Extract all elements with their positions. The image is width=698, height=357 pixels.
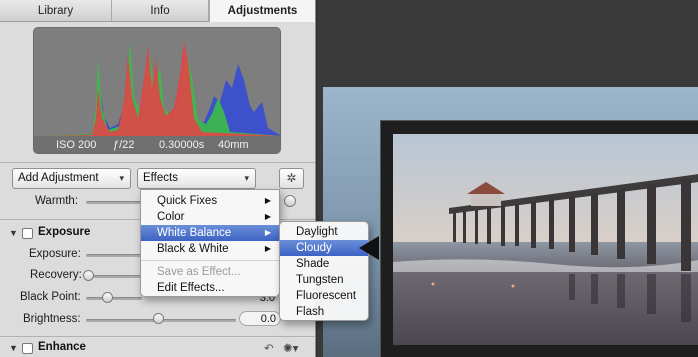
menu-item-flash[interactable]: Flash: [280, 304, 368, 320]
selected-photo-frame[interactable]: [380, 120, 698, 357]
menu-item-daylight[interactable]: Daylight: [280, 224, 368, 240]
menu-item-shade[interactable]: Shade: [280, 256, 368, 272]
tab-bar: Library Info Adjustments: [0, 0, 315, 22]
black-point-label: Black Point:: [20, 291, 81, 303]
menu-item-white-balance[interactable]: White Balance ▶: [141, 225, 279, 241]
recovery-slider-thumb[interactable]: [83, 270, 94, 281]
menu-item-save-as-effect: Save as Effect...: [157, 266, 241, 278]
popup-arrow-icon: ▾: [119, 173, 124, 183]
enhance-title: Enhance: [38, 341, 86, 353]
effects-popup[interactable]: Effects ▾: [137, 168, 256, 189]
magic-wand-icon: ✲: [286, 171, 297, 185]
auto-enhance-button[interactable]: ✲: [279, 168, 304, 189]
menu-item-black-white[interactable]: Black & White ▶: [141, 241, 279, 257]
popup-arrow-icon: ▾: [244, 173, 249, 183]
brightness-value[interactable]: 0.0: [239, 311, 281, 326]
white-balance-submenu: Daylight Cloudy Shade Tungsten Fluoresce…: [279, 221, 369, 321]
histogram-graph: [34, 42, 280, 136]
menu-item-cloudy[interactable]: Cloudy: [280, 240, 368, 256]
enhance-enable-checkbox[interactable]: [22, 343, 33, 354]
menu-separator: [141, 260, 279, 261]
photo-pier: [393, 134, 698, 345]
divider: [0, 336, 315, 337]
exposure-label: Exposure:: [29, 248, 81, 260]
effects-label: Effects: [143, 172, 178, 184]
black-point-slider-thumb[interactable]: [102, 292, 113, 303]
recovery-slider[interactable]: [86, 275, 142, 278]
exposure-slider[interactable]: [86, 254, 142, 257]
menu-item-label: Black & White: [157, 243, 229, 255]
warmth-label: Warmth:: [35, 195, 79, 207]
submenu-arrow-icon: ▶: [264, 196, 271, 205]
menu-item-label: Color: [157, 211, 185, 223]
submenu-arrow-icon: ▶: [264, 244, 271, 253]
disclosure-triangle-icon[interactable]: ▼: [9, 228, 18, 238]
focal-length-value: 40mm: [218, 139, 249, 151]
image-viewer: [317, 0, 698, 357]
menu-item-label: White Balance: [157, 227, 232, 239]
menu-item-color[interactable]: Color ▶: [141, 209, 279, 225]
histogram: ISO 200 ƒ/22 0.30000s 40mm: [33, 27, 281, 154]
disclosure-triangle-icon[interactable]: ▼: [9, 343, 18, 353]
black-point-slider[interactable]: [86, 297, 142, 300]
histogram-exif: ISO 200 ƒ/22 0.30000s 40mm: [34, 136, 280, 153]
gear-icon[interactable]: ✺▾: [283, 341, 298, 355]
tab-info[interactable]: Info: [112, 0, 209, 22]
inspector-panel: Library Info Adjustments ISO 200 ƒ/22 0.…: [0, 0, 316, 357]
brightness-label: Brightness:: [23, 313, 81, 325]
enhance-section-header: ▼ Enhance ↶ ✺▾: [0, 341, 315, 357]
brightness-slider-thumb[interactable]: [153, 313, 164, 324]
callout-arrow-icon: [359, 236, 379, 260]
recovery-label: Recovery:: [30, 269, 82, 281]
tab-adjustments[interactable]: Adjustments: [209, 0, 315, 22]
menu-item-quick-fixes[interactable]: Quick Fixes ▶: [141, 193, 279, 209]
divider: [0, 162, 315, 163]
menu-item-label: Quick Fixes: [157, 195, 218, 207]
add-adjustment-popup[interactable]: Add Adjustment ▾: [12, 168, 131, 189]
menu-item-edit-effects[interactable]: Edit Effects...: [141, 280, 279, 296]
shutter-value: 0.30000s: [159, 139, 205, 151]
warmth-reset-icon[interactable]: [284, 195, 296, 207]
menu-item-fluorescent[interactable]: Fluorescent: [280, 288, 368, 304]
reset-icon[interactable]: ↶: [264, 341, 274, 355]
exposure-enable-checkbox[interactable]: [22, 228, 33, 239]
menu-item-tungsten[interactable]: Tungsten: [280, 272, 368, 288]
tab-library[interactable]: Library: [0, 0, 112, 22]
submenu-arrow-icon: ▶: [264, 212, 271, 221]
submenu-arrow-icon: ▶: [264, 228, 271, 237]
effects-menu: Quick Fixes ▶ Color ▶ White Balance ▶ Bl…: [140, 189, 280, 297]
add-adjustment-label: Add Adjustment: [18, 172, 99, 184]
iso-value: ISO 200: [56, 139, 97, 151]
aperture-value: ƒ/22: [113, 139, 135, 151]
warmth-slider[interactable]: [86, 201, 146, 204]
exposure-title: Exposure: [38, 226, 91, 238]
